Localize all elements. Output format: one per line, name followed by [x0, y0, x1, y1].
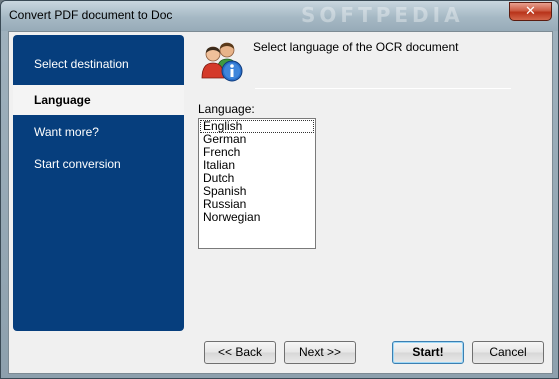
watermark: SOFTPEDIA: [301, 3, 464, 27]
sidebar-item-want-more[interactable]: Want more?: [13, 117, 184, 147]
next-button[interactable]: Next >>: [284, 341, 356, 364]
users-info-icon: [201, 42, 243, 82]
wizard-client-area: Select destination Language Want more? S…: [8, 31, 553, 374]
sidebar-item-select-destination[interactable]: Select destination: [13, 49, 184, 79]
language-option-norwegian[interactable]: Norwegian: [200, 211, 314, 224]
wizard-steps-sidebar: Select destination Language Want more? S…: [13, 35, 184, 331]
start-button[interactable]: Start!: [392, 341, 464, 364]
close-button[interactable]: ✕: [509, 2, 552, 21]
cancel-button[interactable]: Cancel: [472, 341, 544, 364]
language-listbox[interactable]: English German French Italian Dutch Span…: [198, 118, 316, 249]
app-window: Convert PDF document to Doc SOFTPEDIA ✕ …: [0, 0, 559, 379]
header-divider: [255, 88, 511, 89]
title-bar[interactable]: Convert PDF document to Doc SOFTPEDIA ✕: [1, 1, 558, 31]
window-title: Convert PDF document to Doc: [9, 8, 173, 22]
page-heading: Select language of the OCR document: [253, 40, 459, 54]
language-label: Language:: [198, 102, 255, 116]
back-button[interactable]: << Back: [204, 341, 276, 364]
sidebar-item-start-conversion[interactable]: Start conversion: [13, 149, 184, 179]
sidebar-item-language[interactable]: Language: [13, 85, 184, 115]
